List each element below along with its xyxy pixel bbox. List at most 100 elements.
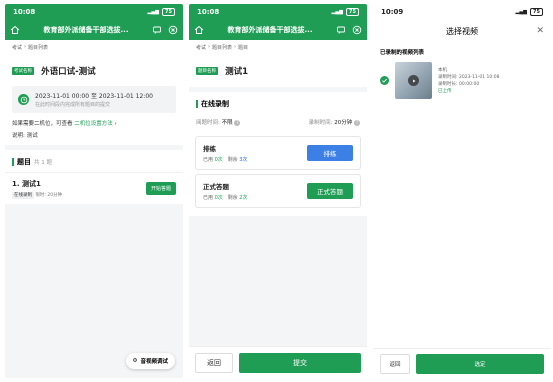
video-info: 本机 录制时间: 2023-11-01 10:08 录制时长: 00:00:00… bbox=[438, 67, 500, 95]
battery-icon: 75 bbox=[530, 8, 543, 16]
task-formal: 正式答题 已用 0次 剩余 2次 正式答题 bbox=[195, 174, 361, 208]
nav-title: 教育部外派储备干部选拔... bbox=[227, 26, 313, 34]
description-value: 测试 bbox=[26, 133, 38, 139]
duration-value: 00:00:00 bbox=[458, 81, 480, 87]
start-answer-button[interactable]: 开始答题 bbox=[145, 182, 176, 195]
chat-icon[interactable] bbox=[336, 25, 346, 35]
left-label: 剩余 bbox=[227, 157, 238, 163]
second-device-link[interactable]: 二机位设置方法 bbox=[74, 121, 113, 127]
signal-battery: ▂▄▆ 75 bbox=[515, 8, 543, 16]
tasks-list: 排练 已用 0次 剩余 3次 排练 正式答题 已用 0次 剩余 2次 正式答题 bbox=[189, 130, 367, 216]
settings-sliders-icon: ⚙ bbox=[132, 358, 138, 364]
task-counts: 已用 0次 剩余 2次 bbox=[203, 194, 247, 201]
av-debug-label: 音视频调试 bbox=[140, 359, 168, 365]
back-button[interactable]: 返回 bbox=[195, 352, 233, 373]
nav-bar: 教育部外派储备干部选拔... bbox=[5, 20, 183, 40]
breadcrumb-separator: › bbox=[24, 44, 27, 50]
exam-detail-screen: 10:08 ▂▄▆ 75 教育部外派储备干部选拔... 考试 › 题目列表 考试… bbox=[5, 4, 183, 378]
signal-icon: ▂▄▆ bbox=[515, 9, 528, 15]
time-rules: 阅题时间: 不限 ? 录制时间: 20分钟 ? bbox=[189, 114, 367, 130]
select-video-screen: 10:09 ▂▄▆ 75 选择视频 ✕ 已录制的视频列表 本机 录制时间: 20… bbox=[373, 4, 551, 378]
status-bar: 10:08 ▂▄▆ 75 bbox=[189, 4, 367, 20]
status-bar: 10:09 ▂▄▆ 75 bbox=[373, 4, 551, 20]
exam-tag: 考试名称 bbox=[12, 66, 34, 75]
video-item[interactable]: 本机 录制时间: 2023-11-01 10:08 录制时长: 00:00:00… bbox=[373, 60, 551, 101]
breadcrumb: 考试 › 题目列表 › 题目 bbox=[189, 40, 367, 54]
status-bar: 10:08 ▂▄▆ 75 bbox=[5, 4, 183, 20]
play-icon[interactable] bbox=[408, 75, 419, 86]
screens-stage: 10:08 ▂▄▆ 75 教育部外派储备干部选拔... 考试 › 题目列表 考试… bbox=[0, 0, 553, 382]
description-label: 说明: bbox=[12, 133, 25, 139]
select-button[interactable]: 选定 bbox=[416, 354, 544, 374]
upload-status: 已上传 bbox=[438, 88, 452, 94]
battery-icon: 75 bbox=[346, 8, 359, 16]
close-circle-icon[interactable] bbox=[168, 25, 178, 35]
limit-value: 20分钟 bbox=[47, 193, 63, 198]
status-time: 10:08 bbox=[13, 8, 36, 16]
limit-label: 限时: bbox=[35, 193, 46, 198]
chat-icon[interactable] bbox=[152, 25, 162, 35]
read-time-value: 不限 bbox=[221, 120, 233, 126]
close-icon[interactable]: ✕ bbox=[536, 26, 544, 36]
check-icon[interactable] bbox=[380, 76, 389, 85]
submit-button[interactable]: 提交 bbox=[239, 352, 361, 373]
home-icon[interactable] bbox=[10, 25, 20, 35]
clock-icon bbox=[18, 94, 29, 105]
task-rehearsal: 排练 已用 0次 剩余 3次 排练 bbox=[195, 136, 361, 170]
description-line: 说明: 测试 bbox=[12, 131, 176, 139]
question-meta: 在线录制 限时: 20分钟 bbox=[12, 192, 63, 199]
time-range: 2023-11-01 00:00 至 2023-11-01 12:00 bbox=[35, 93, 153, 100]
dialog-title: 选择视频 bbox=[446, 26, 478, 36]
back-button[interactable]: 返回 bbox=[380, 354, 410, 374]
question-tag: 题目名称 bbox=[196, 66, 218, 75]
signal-icon: ▂▄▆ bbox=[331, 9, 344, 15]
exam-name: 外语口试-测试 bbox=[41, 66, 96, 77]
exam-info-card: 考试名称 外语口试-测试 2023-11-01 00:00 至 2023-11-… bbox=[5, 54, 183, 145]
breadcrumb-item[interactable]: 考试 bbox=[12, 44, 22, 51]
recorded-time: 录制时间: 2023-11-01 10:08 bbox=[438, 74, 500, 81]
time-window-box: 2023-11-01 00:00 至 2023-11-01 12:00 在此时间… bbox=[12, 86, 176, 113]
help-icon[interactable]: ? bbox=[234, 119, 241, 126]
status-time: 10:08 bbox=[197, 8, 220, 16]
rehearse-button[interactable]: 排练 bbox=[307, 145, 353, 161]
second-device-text: 如果需要二机位，可查看 bbox=[12, 121, 73, 127]
signal-battery: ▂▄▆ 75 bbox=[147, 8, 175, 16]
task-counts: 已用 0次 剩余 3次 bbox=[203, 156, 247, 163]
second-device-line: 如果需要二机位，可查看 二机位设置方法 › bbox=[12, 119, 176, 127]
questions-header: 题目 共 1 题 bbox=[5, 150, 183, 172]
question-title: 测试1 bbox=[225, 66, 249, 77]
breadcrumb-item[interactable]: 考试 bbox=[196, 44, 206, 51]
battery-icon: 75 bbox=[162, 8, 175, 16]
chevron-right-icon: › bbox=[114, 121, 117, 127]
formal-answer-button[interactable]: 正式答题 bbox=[307, 183, 353, 199]
video-source: 本机 bbox=[438, 67, 447, 73]
help-icon[interactable]: ? bbox=[354, 119, 360, 126]
dialog-header: 选择视频 ✕ bbox=[373, 20, 551, 42]
breadcrumb-item[interactable]: 题目列表 bbox=[212, 44, 232, 51]
video-list-title: 已录制的视频列表 bbox=[380, 50, 425, 56]
used-label: 已用 bbox=[203, 157, 214, 163]
breadcrumb: 考试 › 题目列表 bbox=[5, 40, 183, 54]
recording-title: 在线录制 bbox=[201, 100, 229, 108]
time-note: 在此时间段内完成所有题目的提交 bbox=[35, 102, 111, 108]
video-thumbnail[interactable] bbox=[395, 62, 432, 99]
left-label: 剩余 bbox=[227, 195, 238, 201]
used-label: 已用 bbox=[203, 195, 214, 201]
duration: 录制时长: 00:00:00 bbox=[438, 81, 500, 88]
home-icon[interactable] bbox=[194, 25, 204, 35]
signal-battery: ▂▄▆ 75 bbox=[331, 8, 359, 16]
av-debug-button[interactable]: ⚙ 音视频调试 bbox=[125, 353, 175, 369]
question-title-card: 题目名称 测试1 bbox=[189, 54, 367, 87]
task-name: 正式答题 bbox=[203, 183, 229, 191]
record-time-value: 20分钟 bbox=[334, 120, 353, 126]
used-count: 0次 bbox=[214, 157, 223, 163]
duration-label: 录制时长: bbox=[438, 81, 458, 87]
question-row: 1. 测试1 在线录制 限时: 20分钟 开始答题 bbox=[5, 172, 183, 204]
questions-title: 题目 bbox=[17, 158, 31, 166]
question-screen: 10:08 ▂▄▆ 75 教育部外派储备干部选拔... 考试 › 题目列表 › … bbox=[189, 4, 367, 378]
nav-bar: 教育部外派储备干部选拔... bbox=[189, 20, 367, 40]
close-circle-icon[interactable] bbox=[352, 25, 362, 35]
used-count: 0次 bbox=[214, 195, 223, 201]
footer-actions: 返回 提交 bbox=[189, 346, 367, 378]
status-time: 10:09 bbox=[381, 8, 404, 16]
